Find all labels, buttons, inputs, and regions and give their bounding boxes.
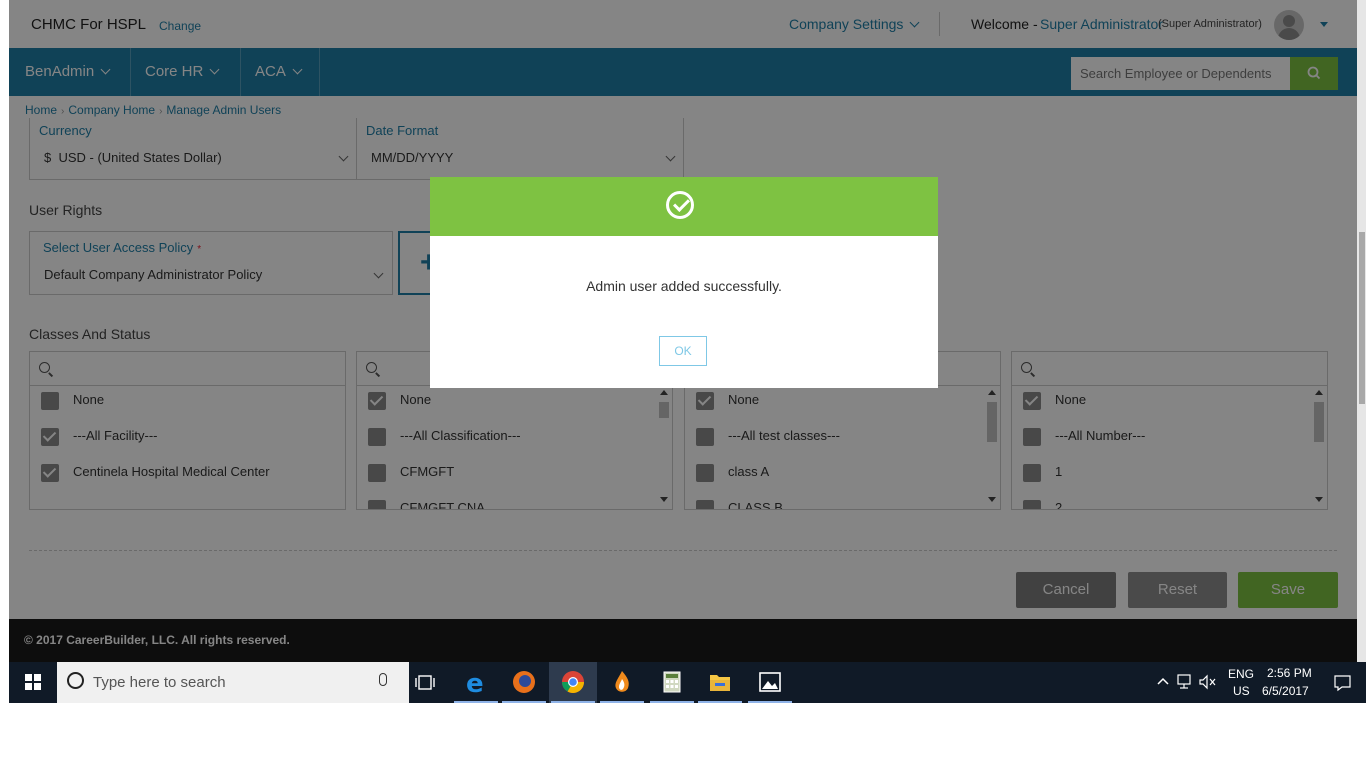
media-app-icon[interactable] xyxy=(598,662,646,703)
language-region: US xyxy=(1233,684,1250,698)
microphone-icon[interactable] xyxy=(379,673,387,686)
taskbar: Type here to search e ENG US 2:56 PM 6/5… xyxy=(9,662,1366,703)
volume-muted-icon[interactable] xyxy=(1199,674,1217,693)
chevron-up-icon[interactable] xyxy=(1156,674,1170,691)
dialog-header xyxy=(430,177,938,236)
ok-button[interactable]: OK xyxy=(659,336,707,366)
dialog-message: Admin user added successfully. xyxy=(586,278,782,294)
cortana-icon xyxy=(67,672,84,689)
task-view-icon[interactable] xyxy=(401,662,449,703)
windows-start-icon[interactable] xyxy=(25,674,41,690)
success-dialog: Admin user added successfully. OK xyxy=(430,177,938,388)
firefox-icon[interactable] xyxy=(500,662,548,703)
check-circle-icon xyxy=(666,191,694,219)
notifications-icon[interactable] xyxy=(1334,674,1352,695)
taskbar-search-placeholder: Type here to search xyxy=(93,674,226,691)
language-indicator[interactable]: ENG xyxy=(1228,667,1254,681)
calculator-icon[interactable] xyxy=(648,662,696,703)
app-window: CHMC For HSPL Change Company Settings We… xyxy=(9,0,1357,662)
network-icon[interactable] xyxy=(1177,674,1195,693)
clock-date: 6/5/2017 xyxy=(1262,684,1309,698)
photos-icon[interactable] xyxy=(746,662,794,703)
svg-text:e: e xyxy=(466,669,484,699)
taskbar-search-box[interactable]: Type here to search xyxy=(57,662,409,703)
edge-icon[interactable]: e xyxy=(452,662,500,703)
clock-time[interactable]: 2:56 PM xyxy=(1267,666,1312,680)
chrome-icon[interactable] xyxy=(549,662,597,703)
page-scroll-thumb[interactable] xyxy=(1359,232,1365,404)
file-explorer-icon[interactable] xyxy=(696,662,744,703)
